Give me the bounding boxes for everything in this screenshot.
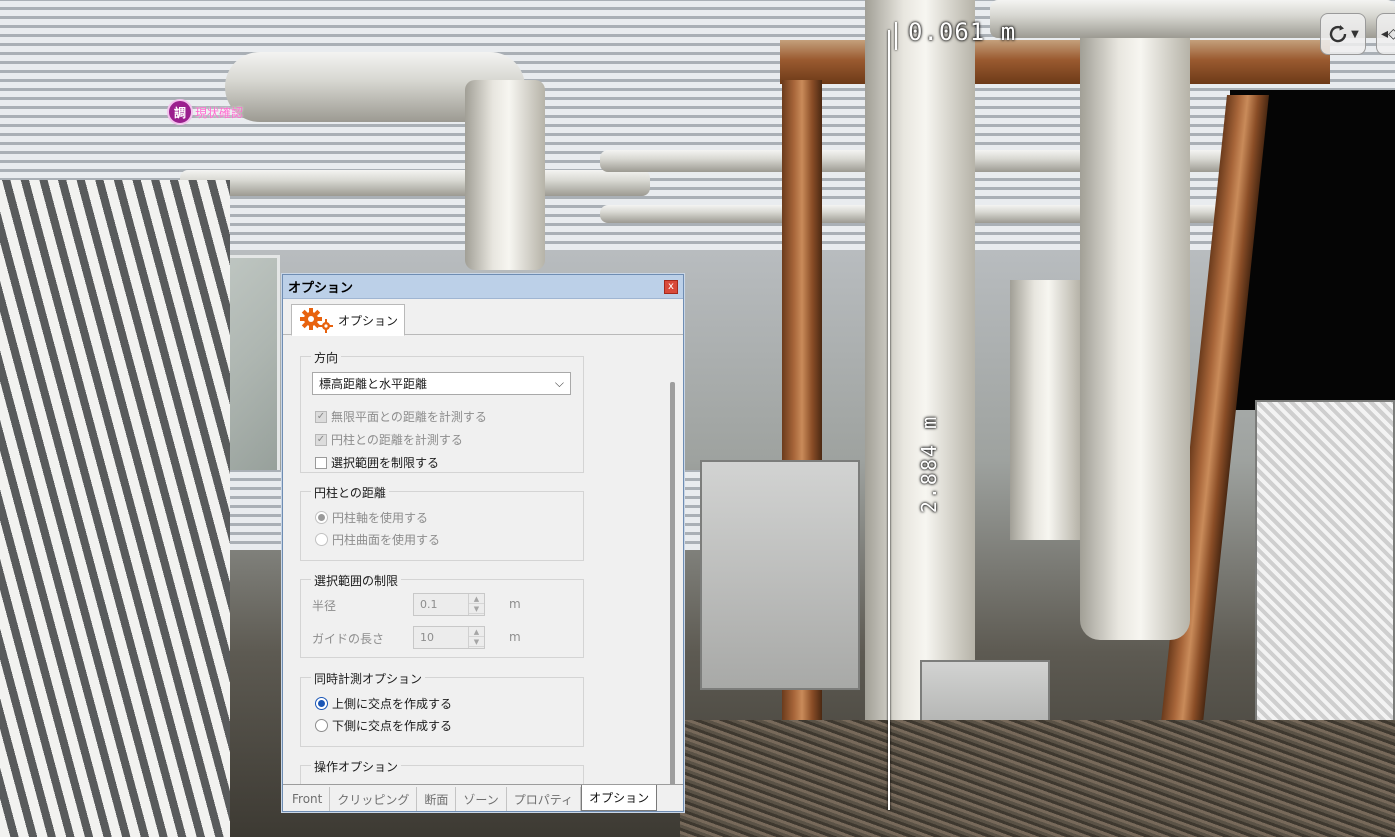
- measurement-label-top: 0.061 m: [908, 18, 1017, 46]
- stepper-up-icon[interactable]: ▲: [469, 627, 484, 637]
- gear-icon: [300, 308, 333, 333]
- checkbox-label: 無限平面との距離を計測する: [331, 410, 487, 424]
- nav-arrows-icon: ◂◇: [1381, 26, 1395, 42]
- radio-lower-intersection[interactable]: 下側に交点を作成する: [315, 717, 452, 734]
- tab-clipping[interactable]: クリッピング: [330, 787, 418, 811]
- direction-select[interactable]: 標高距離と水平距離 ⌵: [312, 372, 571, 395]
- group-operation: 操作オプション: [300, 758, 584, 784]
- point-cloud-viewport[interactable]: 0.061 m 2.884 m 調 現状確認: [0, 0, 1395, 837]
- radius-stepper[interactable]: 0.1 ▲ ▼: [413, 593, 485, 616]
- radio-label: 円柱軸を使用する: [332, 511, 429, 525]
- chevron-down-icon: ⌵: [554, 376, 564, 390]
- tab-zone[interactable]: ゾーン: [456, 787, 507, 811]
- close-icon: x: [668, 281, 674, 292]
- orbit-icon: [1329, 25, 1347, 43]
- floor: [680, 720, 1395, 837]
- guide-length-stepper[interactable]: 10 ▲ ▼: [413, 626, 485, 649]
- radio-upper-intersection[interactable]: 上側に交点を作成する: [315, 695, 452, 712]
- tab-strip: オプション: [283, 299, 683, 336]
- orbit-mode-button[interactable]: ▼: [1320, 13, 1366, 55]
- checkbox-cylinder-distance[interactable]: ✓ 円柱との距離を計測する: [315, 431, 463, 448]
- stepper-down-icon[interactable]: ▼: [469, 637, 484, 647]
- panel-titlebar[interactable]: オプション: [283, 275, 683, 299]
- group-cylinder: 円柱との距離 円柱軸を使用する 円柱曲面を使用する: [300, 484, 584, 561]
- checkbox-box: [315, 456, 327, 469]
- group-title-simultaneous: 同時計測オプション: [311, 670, 426, 687]
- group-simultaneous: 同時計測オプション 上側に交点を作成する 下側に交点を作成する: [300, 670, 584, 747]
- measure-line-tick: [895, 22, 897, 50]
- checkbox-infinite-plane[interactable]: ✓ 無限平面との距離を計測する: [315, 408, 487, 425]
- group-title-cylinder: 円柱との距離: [311, 484, 389, 501]
- radius-unit: m: [509, 597, 521, 611]
- stepper-up-icon[interactable]: ▲: [469, 594, 484, 604]
- measurement-label-vertical: 2.884 m: [917, 414, 942, 514]
- nav-arrows-button[interactable]: ◂◇: [1376, 13, 1395, 55]
- chevron-down-icon: ▼: [1351, 28, 1359, 40]
- tab-options-label: オプション: [338, 313, 399, 328]
- radio-label: 下側に交点を作成する: [332, 719, 453, 733]
- tab-options-bottom[interactable]: オプション: [581, 785, 658, 811]
- checkbox-label: 円柱との距離を計測する: [331, 433, 463, 447]
- pin-badge: 調: [167, 99, 193, 125]
- radio-cylinder-axis[interactable]: 円柱軸を使用する: [315, 509, 428, 526]
- guide-length-label: ガイドの長さ: [312, 632, 385, 646]
- radio-button: [315, 719, 328, 732]
- duct-vertical: [465, 80, 545, 270]
- radio-label: 円柱曲面を使用する: [332, 533, 441, 547]
- equipment-box: [1255, 400, 1395, 740]
- radius-label: 半径: [312, 599, 337, 613]
- pipe-horizontal: [180, 170, 650, 196]
- left-grating: [0, 180, 230, 837]
- tab-section[interactable]: 断面: [417, 787, 457, 811]
- tab-options[interactable]: オプション: [291, 304, 406, 336]
- checkbox-limit-selection[interactable]: 選択範囲を制限する: [315, 454, 439, 471]
- stepper-buttons[interactable]: ▲ ▼: [468, 594, 484, 615]
- checkbox-box: ✓: [315, 433, 327, 446]
- duct-vertical: [1010, 280, 1080, 540]
- options-panel: オプション x オプション 方向 標高距離と水平距離 ⌵ ✓ 無限平面との距離を…: [282, 274, 684, 812]
- group-direction: 方向 標高距離と水平距離 ⌵ ✓ 無限平面との距離を計測する ✓ 円柱との距離を…: [300, 349, 584, 473]
- measure-line-vertical: [888, 30, 890, 810]
- guide-length-unit: m: [509, 630, 521, 644]
- bottom-tab-bar: Front クリッピング 断面 ゾーン プロパティ オプション: [283, 784, 683, 811]
- group-title-direction: 方向: [311, 349, 342, 366]
- panel-body: 方向 標高距離と水平距離 ⌵ ✓ 無限平面との距離を計測する ✓ 円柱との距離を…: [283, 336, 683, 784]
- checkbox-box: ✓: [315, 410, 327, 423]
- scrollbar-thumb[interactable]: [670, 382, 675, 784]
- radio-cylinder-surface[interactable]: 円柱曲面を使用する: [315, 531, 440, 548]
- tab-property[interactable]: プロパティ: [507, 787, 582, 811]
- radio-button: [315, 697, 328, 710]
- group-title-selection-limit: 選択範囲の制限: [311, 572, 402, 589]
- tab-front[interactable]: Front: [285, 787, 331, 811]
- stepper-down-icon[interactable]: ▼: [469, 604, 484, 614]
- group-selection-limit: 選択範囲の制限 半径 0.1 ▲ ▼ m ガイドの長さ 10 ▲ ▼ m: [300, 572, 584, 658]
- pin-label: 現状確認: [195, 105, 244, 120]
- radio-button: [315, 511, 328, 524]
- direction-select-value: 標高距離と水平距離: [319, 377, 428, 391]
- rust-beam: [780, 40, 1330, 84]
- second-pipe: [1080, 0, 1190, 640]
- guide-length-value: 10: [420, 631, 434, 644]
- radius-value: 0.1: [420, 598, 438, 611]
- radio-label: 上側に交点を作成する: [332, 697, 453, 711]
- close-button[interactable]: x: [664, 280, 678, 294]
- annotation-pin[interactable]: 調 現状確認: [167, 99, 243, 125]
- panel-title: オプション: [288, 281, 354, 296]
- stepper-buttons[interactable]: ▲ ▼: [468, 627, 484, 648]
- group-title-operation: 操作オプション: [311, 758, 402, 775]
- radio-button: [315, 533, 328, 546]
- equipment-box: [700, 460, 860, 690]
- checkbox-label: 選択範囲を制限する: [331, 456, 440, 470]
